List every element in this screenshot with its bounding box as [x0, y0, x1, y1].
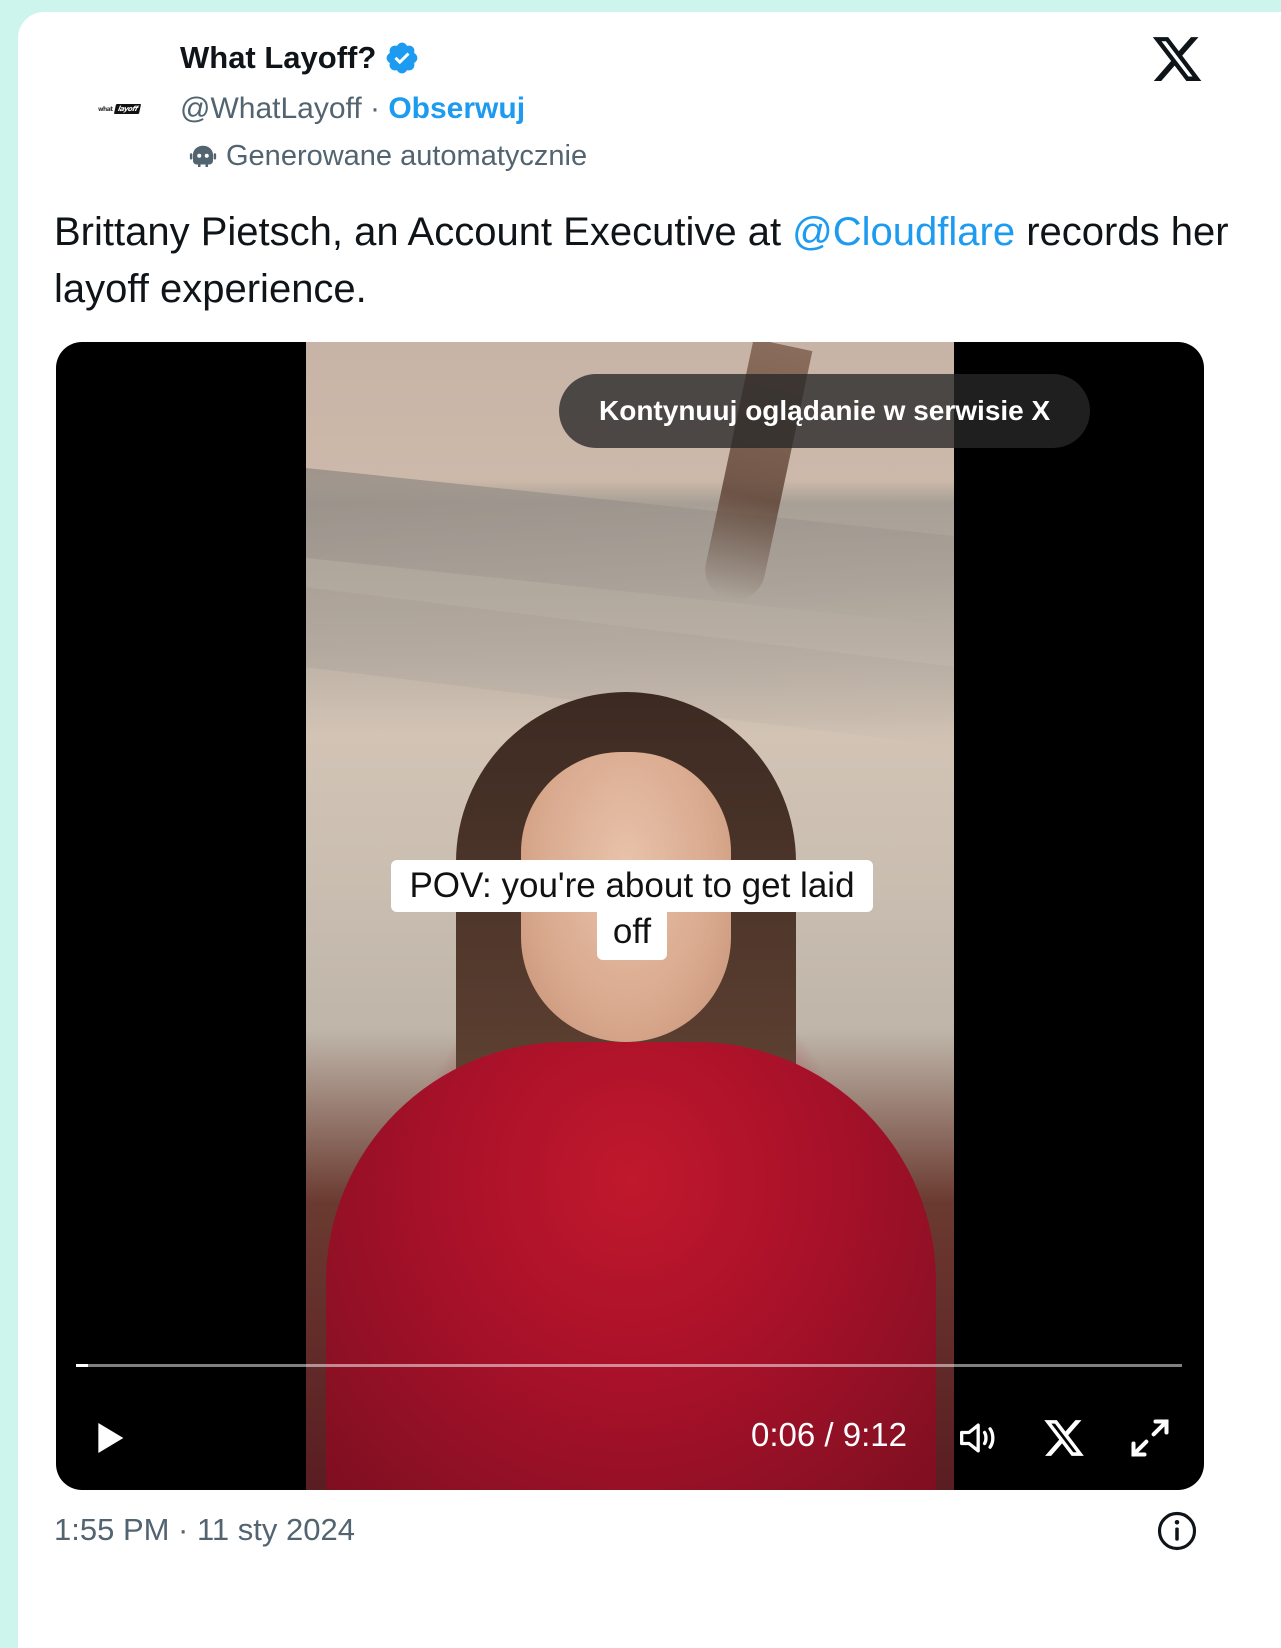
volume-icon[interactable] — [956, 1416, 1004, 1460]
info-icon[interactable] — [1156, 1510, 1198, 1552]
mention-link[interactable]: @Cloudflare — [792, 210, 1015, 254]
x-logo-icon[interactable] — [1042, 1416, 1086, 1460]
auto-generated-label: Generowane automatycznie — [188, 140, 587, 173]
tweet-timestamp[interactable]: 1:55 PM · 11 sty 2024 — [54, 1512, 355, 1548]
avatar-logo-small: what — [97, 105, 113, 113]
video-caption-line2: off — [596, 910, 668, 960]
bot-icon — [189, 145, 217, 167]
play-icon[interactable] — [90, 1416, 130, 1460]
continue-watching-button[interactable]: Kontynuuj oglądanie w serwisie X — [559, 374, 1091, 448]
video-player[interactable]: Kontynuuj oglądanie w serwisie X POV: yo… — [56, 342, 1204, 1490]
author-display-name[interactable]: What Layoff? — [180, 40, 420, 76]
handle-separator: · — [361, 92, 389, 125]
avatar[interactable]: what layoff — [80, 70, 158, 148]
expand-icon[interactable] — [1128, 1416, 1172, 1460]
author-handle-row: @WhatLayoff · Obserwuj — [180, 92, 525, 126]
avatar-logo-box: layoff — [113, 104, 142, 114]
video-progress-fill — [76, 1364, 89, 1367]
video-time: 0:06 / 9:12 — [751, 1416, 907, 1453]
author-handle[interactable]: @WhatLayoff — [180, 92, 362, 125]
x-logo-icon[interactable] — [1150, 32, 1204, 86]
avatar-logo: what layoff — [97, 104, 142, 114]
tweet-text: Brittany Pietsch, an Account Executive a… — [54, 204, 1234, 318]
follow-button[interactable]: Obserwuj — [388, 92, 525, 125]
video-caption-line1: POV: you're about to get laid — [391, 860, 873, 912]
video-caption: POV: you're about to get laid off — [352, 860, 912, 960]
verified-badge-icon — [386, 42, 418, 74]
tweet-card: what layoff What Layoff? @WhatLayoff · O… — [18, 12, 1281, 1648]
author-name-text: What Layoff? — [180, 40, 377, 75]
tweet-text-before: Brittany Pietsch, an Account Executive a… — [54, 210, 793, 254]
auto-generated-text: Generowane automatycznie — [226, 140, 588, 172]
video-progress-bar[interactable] — [76, 1364, 1182, 1367]
